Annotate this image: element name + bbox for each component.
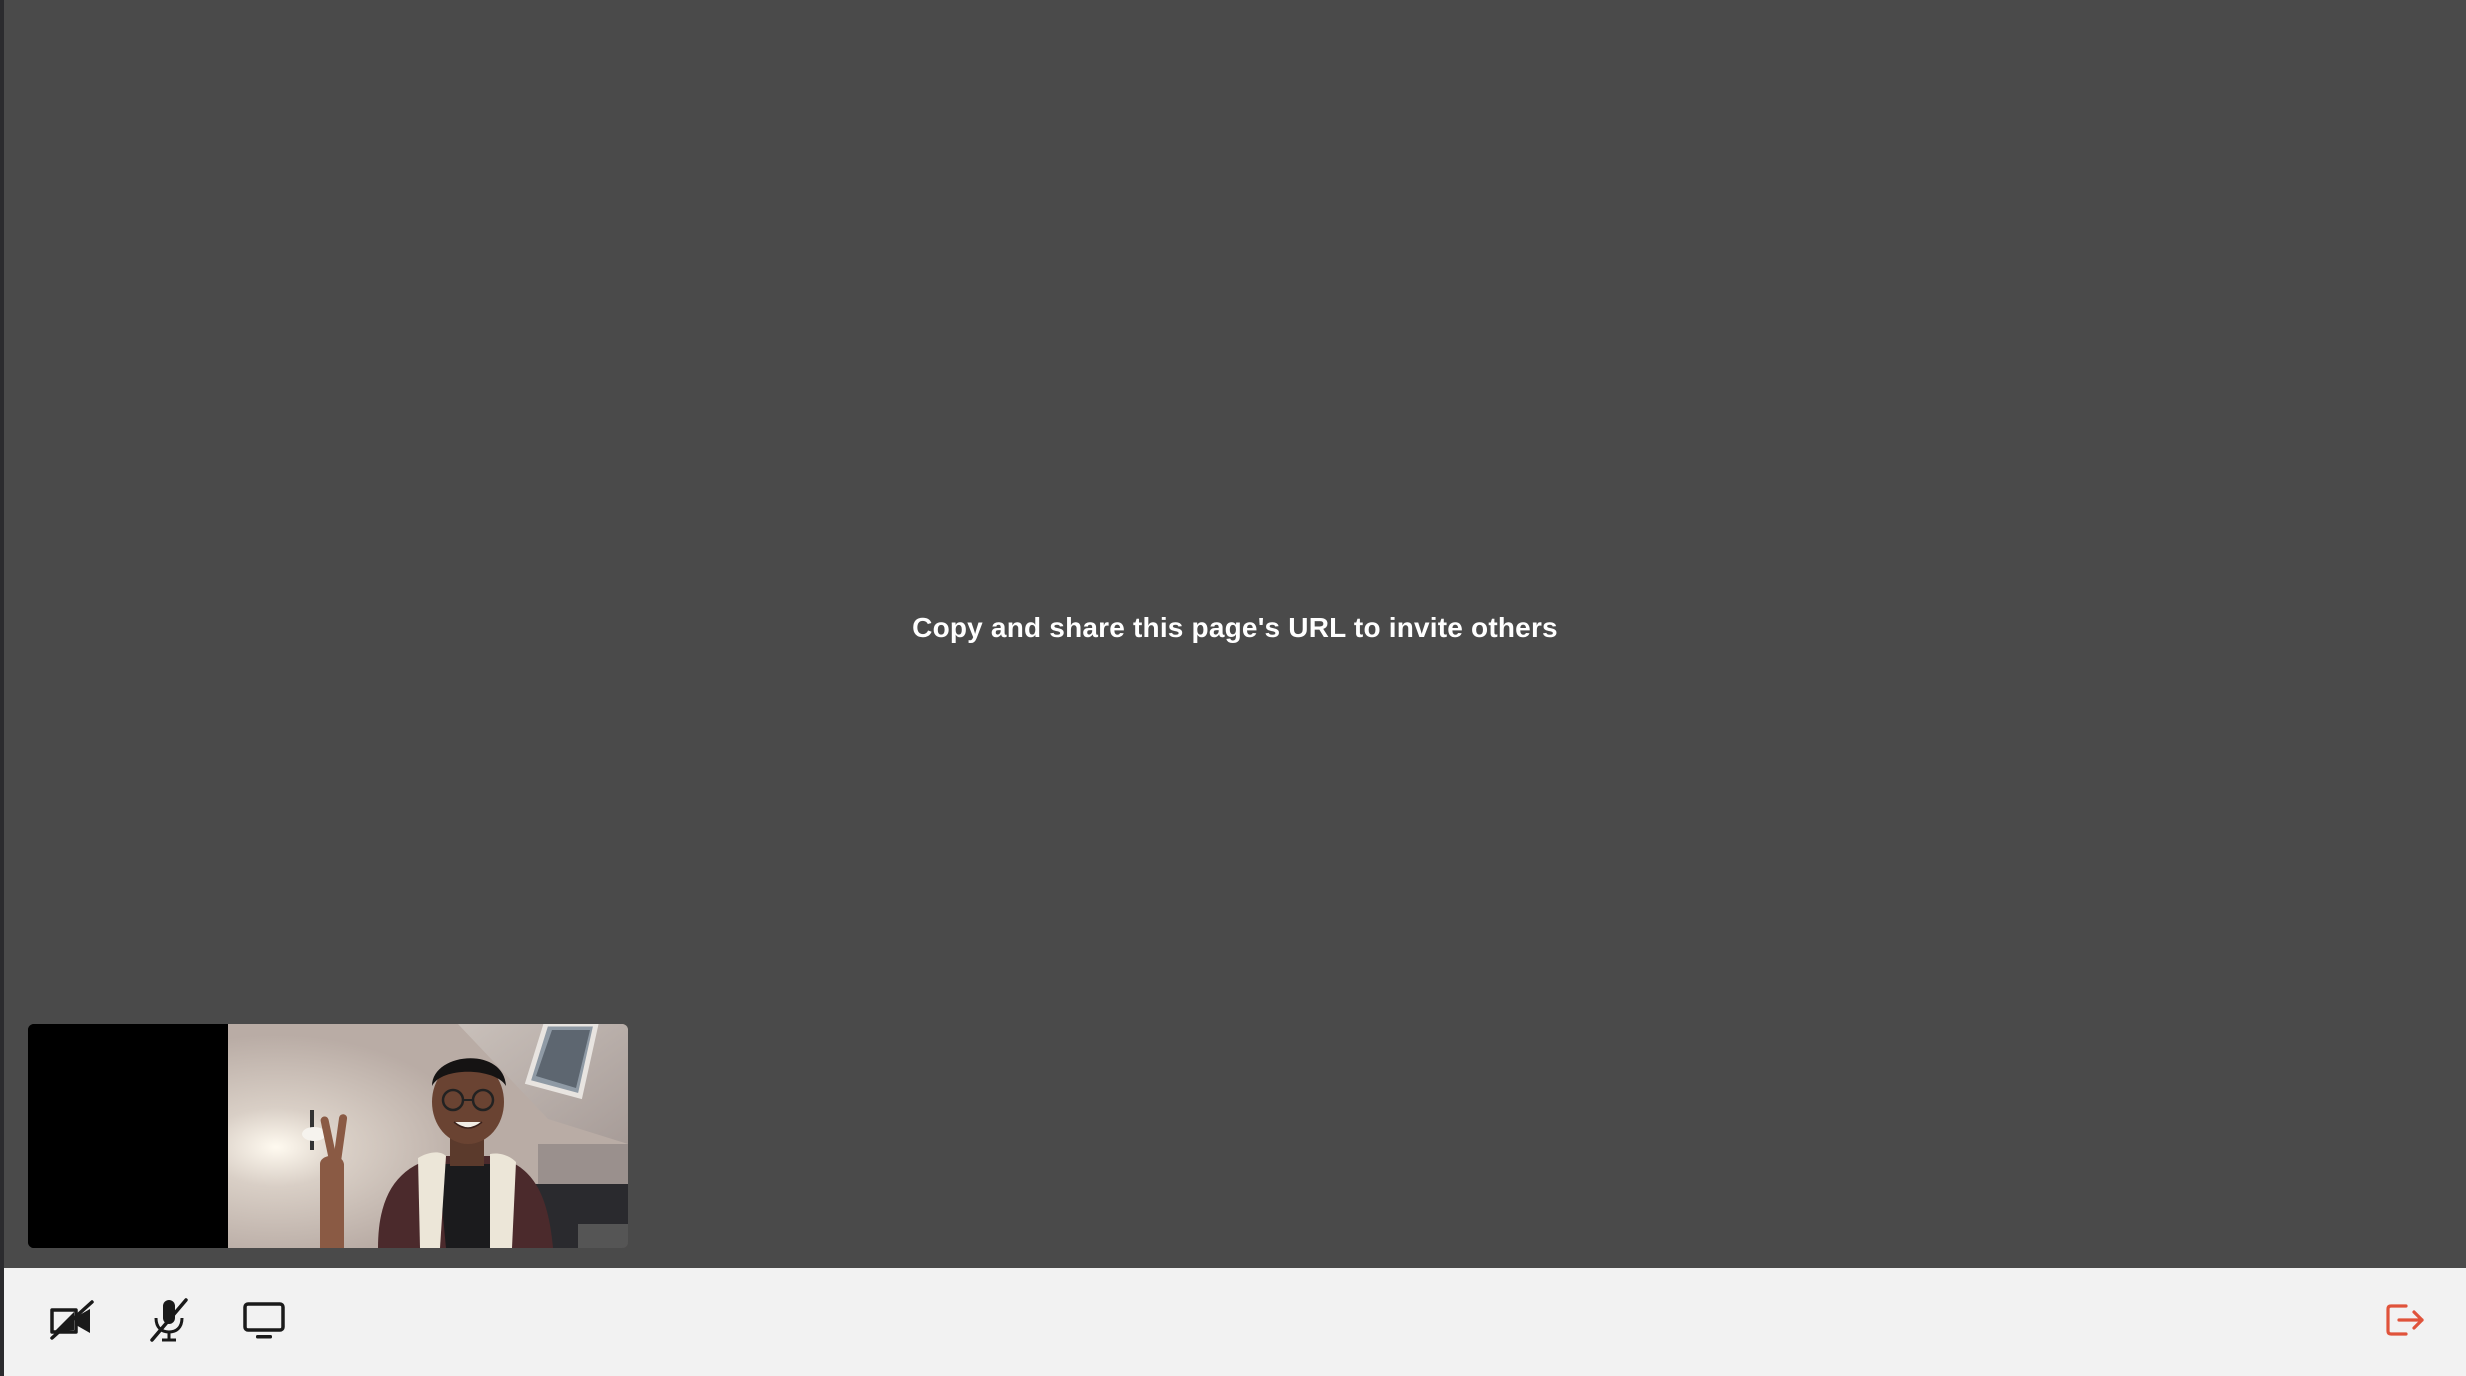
leave-icon (2386, 1304, 2424, 1336)
monitor-icon (243, 1302, 285, 1339)
camera-off-icon (50, 1300, 94, 1340)
screen-share-button[interactable] (232, 1288, 296, 1352)
microphone-off-icon (150, 1298, 188, 1342)
video-call-app: Copy and share this page's URL to invite… (0, 0, 2466, 1376)
call-toolbar (4, 1268, 2466, 1376)
camera-toggle-button[interactable] (40, 1288, 104, 1352)
participant-video (228, 1024, 628, 1248)
microphone-toggle-button[interactable] (136, 1288, 200, 1352)
call-stage: Copy and share this page's URL to invite… (4, 0, 2466, 1268)
video-letterbox (28, 1024, 228, 1248)
invite-message: Copy and share this page's URL to invite… (912, 612, 1558, 643)
participant-tile[interactable] (28, 1024, 628, 1248)
leave-call-button[interactable] (2374, 1288, 2438, 1352)
